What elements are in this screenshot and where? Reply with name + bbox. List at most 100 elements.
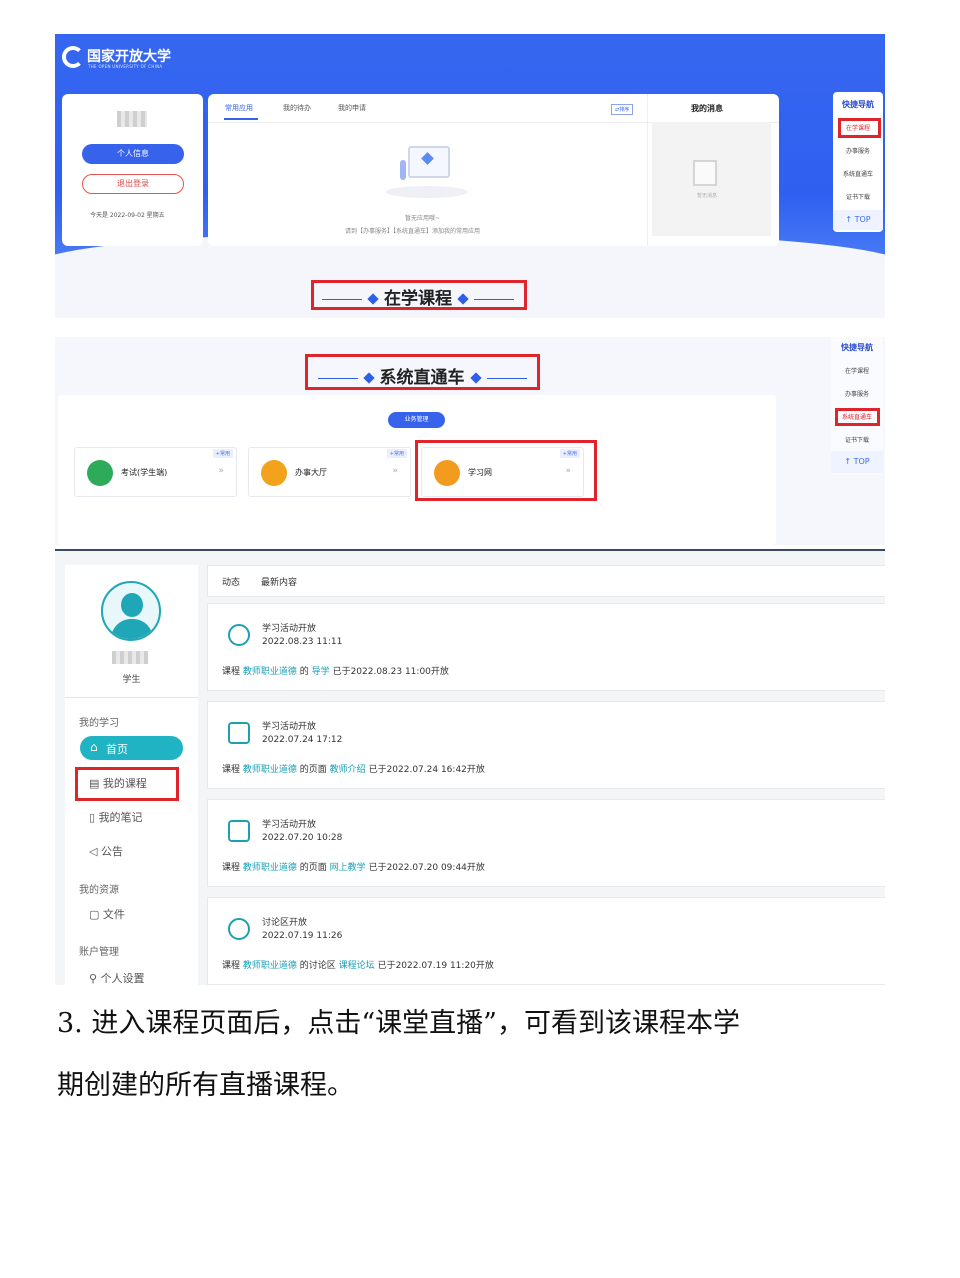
page-link[interactable]: 教师介绍 — [330, 765, 366, 775]
app-exam-label: 考试(学生端) — [121, 468, 168, 477]
back-to-top-button[interactable]: ↑ TOP — [831, 451, 883, 473]
sort-button[interactable]: ⇄排序 — [611, 104, 634, 115]
feed-date: 2022.07.20 10:28 — [262, 833, 343, 843]
sidebar-item-files[interactable]: ▢ 文件 — [89, 906, 125, 922]
feed-date: 2022.07.24 17:12 — [262, 735, 343, 745]
business-management-pill[interactable]: 业务管理 — [388, 412, 445, 428]
app-exam-card[interactable]: 考试(学生端) +常用 » — [74, 447, 237, 497]
app-service-hall-label: 办事大厅 — [295, 468, 327, 477]
document-icon — [228, 820, 250, 842]
course-link[interactable]: 教师职业道德 — [243, 961, 297, 971]
tab-common-apps[interactable]: 常用应用 — [225, 103, 253, 113]
apps-card: 常用应用 我的待办 我的申请 ⇄排序 暂无应用哦~ 请到【办事服务】【系统直通车… — [208, 94, 779, 246]
messages-title: 我的消息 — [691, 104, 723, 113]
course-link[interactable]: 教师职业道德 — [243, 667, 297, 677]
user-role: 学生 — [122, 675, 141, 685]
feed-item[interactable]: 学习活动开放 2022.07.24 17:12 课程 教师职业道德 的页面 教师… — [207, 701, 885, 789]
app-service-hall-card[interactable]: 办事大厅 +常用 » — [248, 447, 411, 497]
highlight-learning-net — [415, 440, 597, 501]
service-hall-icon — [261, 460, 287, 486]
quick-nav-certificates[interactable]: 证书下载 — [831, 435, 883, 444]
tab-my-requests[interactable]: 我的申请 — [338, 103, 366, 113]
quick-nav-certificates[interactable]: 证书下载 — [833, 192, 883, 201]
university-english-name: THE OPEN UNIVERSITY OF CHINA — [88, 64, 163, 69]
feed-item[interactable]: 讨论区开放 2022.07.19 11:26 课程 教师职业道德 的讨论区 课程… — [207, 897, 885, 985]
messages-empty: 暂无消息 — [697, 193, 718, 199]
quick-nav: 快捷导航 在学课程 办事服务 系统直通车 证书下载 ↑ TOP — [831, 337, 883, 475]
activity-link[interactable]: 导学 — [312, 667, 330, 677]
chevron-right-icon: » — [392, 466, 398, 476]
add-common-tag[interactable]: +常用 — [386, 449, 407, 458]
file-icon: ▢ — [89, 908, 103, 921]
quick-nav: 快捷导航 在学课程 办事服务 系统直通车 证书下载 ↑ TOP — [833, 92, 883, 232]
profile-button[interactable]: 个人信息 — [82, 144, 184, 164]
highlight-my-courses — [75, 767, 179, 801]
illustration-person — [400, 160, 406, 180]
quick-nav-services[interactable]: 办事服务 — [833, 146, 883, 155]
username-blurred — [112, 651, 148, 664]
highlight-section-courses — [311, 280, 527, 310]
account-label: 账户管理 — [79, 947, 119, 958]
sidebar-item-my-notes[interactable]: ▯ 我的笔记 — [89, 809, 143, 825]
page-link[interactable]: 网上教学 — [330, 863, 366, 873]
feed-tabs-bar: 动态 最新内容 — [207, 565, 885, 597]
chat-bubble-icon — [228, 918, 250, 940]
university-name: 国家开放大学 — [87, 49, 171, 65]
tab-activity[interactable]: 动态 — [222, 575, 240, 588]
tab-my-todo[interactable]: 我的待办 — [283, 103, 311, 113]
empty-messages-icon — [693, 160, 717, 186]
feed-title: 学习活动开放 — [262, 722, 317, 732]
highlight-section-systems — [305, 354, 540, 390]
today-date: 今天是 2022-09-02 星期五 — [90, 212, 165, 219]
my-learning-label: 我的学习 — [79, 718, 119, 729]
exam-pen-icon — [87, 460, 113, 486]
course-link[interactable]: 教师职业道德 — [243, 765, 297, 775]
instruction-line-2: 期创建的所有直播课程。 — [57, 1070, 354, 1101]
messages-panel: 暂无消息 — [652, 122, 771, 236]
learning-platform-screenshot: 学生 我的学习 ⌂ 首页 ▤ 我的课程 ▯ 我的笔记 ◁ 公告 我的资源 ▢ 文… — [55, 549, 885, 985]
quick-nav-title: 快捷导航 — [841, 343, 873, 352]
user-card: 个人信息 退出登录 今天是 2022-09-02 星期五 — [62, 94, 203, 246]
home-icon: ⌂ — [90, 740, 98, 754]
feed-date: 2022.08.23 11:11 — [262, 637, 343, 647]
settings-icon: ⚲ — [89, 972, 101, 985]
sidebar-item-label: 首页 — [106, 743, 128, 756]
tab-latest[interactable]: 最新内容 — [261, 575, 297, 588]
active-tab-underline — [224, 118, 258, 120]
avatar — [117, 111, 147, 127]
messages-divider — [647, 94, 648, 246]
avatar-icon — [101, 581, 161, 641]
logout-button[interactable]: 退出登录 — [82, 174, 184, 194]
feed-title: 讨论区开放 — [262, 918, 308, 928]
my-resources-label: 我的资源 — [79, 885, 119, 896]
chevron-right-icon: » — [218, 466, 224, 476]
feed-description: 课程 教师职业道德 的页面 网上教学 已于2022.07.20 09:44开放 — [222, 863, 485, 873]
sidebar-item-notice[interactable]: ◁ 公告 — [89, 843, 123, 859]
mountain-icon — [228, 624, 250, 646]
sidebar-item-settings[interactable]: ⚲ 个人设置 — [89, 970, 145, 985]
sidebar-item-home[interactable]: ⌂ 首页 — [80, 736, 183, 760]
portal-home-screenshot: 国家开放大学 THE OPEN UNIVERSITY OF CHINA 个人信息… — [55, 34, 885, 318]
feed-title: 学习活动开放 — [262, 820, 317, 830]
feed-title: 学习活动开放 — [262, 624, 317, 634]
notes-icon: ▯ — [89, 811, 99, 824]
highlight-quick-nav-systems — [835, 408, 880, 426]
feed-item[interactable]: 学习活动开放 2022.07.20 10:28 课程 教师职业道德 的页面 网上… — [207, 799, 885, 887]
empty-title: 暂无应用哦~ — [405, 215, 441, 222]
back-to-top-button[interactable]: ↑ TOP — [833, 210, 883, 230]
system-express-screenshot: 系统直通车 业务管理 考试(学生端) +常用 » 办事大厅 +常用 » 学习网 … — [55, 337, 885, 545]
feed-description: 课程 教师职业道德 的 导学 已于2022.08.23 11:00开放 — [222, 667, 449, 677]
instruction-line-1: 3. 进入课程页面后，点击“课堂直播”，可看到该课程本学 — [57, 1008, 740, 1039]
add-common-tag[interactable]: +常用 — [212, 449, 233, 458]
feed-description: 课程 教师职业道德 的讨论区 课程论坛 已于2022.07.19 11:20开放 — [222, 961, 494, 971]
sidebar-divider — [65, 697, 198, 698]
quick-nav-courses[interactable]: 在学课程 — [831, 366, 883, 375]
empty-hint: 请到【办事服务】【系统直通车】添加我的常用应用 — [345, 228, 481, 235]
quick-nav-systems[interactable]: 系统直通车 — [833, 169, 883, 178]
feed-item[interactable]: 学习活动开放 2022.08.23 11:11 课程 教师职业道德 的 导学 已… — [207, 603, 885, 691]
feed-date: 2022.07.19 11:26 — [262, 931, 343, 941]
document-icon — [228, 722, 250, 744]
quick-nav-services[interactable]: 办事服务 — [831, 389, 883, 398]
forum-link[interactable]: 课程论坛 — [339, 961, 375, 971]
course-link[interactable]: 教师职业道德 — [243, 863, 297, 873]
